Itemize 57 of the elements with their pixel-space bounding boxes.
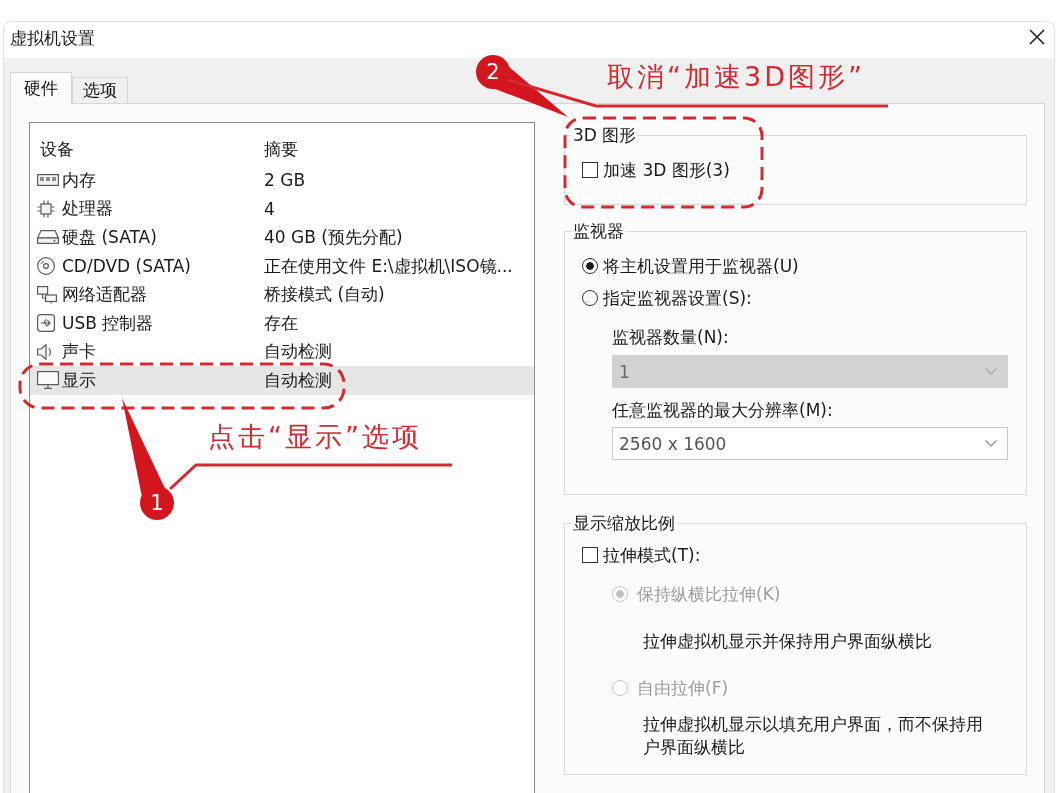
radio-label[interactable]: 将主机设置用于监视器(U) <box>603 254 799 278</box>
device-row[interactable]: 声卡 自动检测 <box>30 337 534 367</box>
tab[interactable]: 硬件 <box>10 72 72 104</box>
device-name: 内存 <box>62 168 96 192</box>
group-title: 显示缩放比例 <box>571 512 677 534</box>
device-row[interactable]: 显示 自动检测 <box>30 366 534 395</box>
device-name: 网络适配器 <box>62 283 147 307</box>
network-icon <box>37 285 57 304</box>
memory-module-icon <box>37 174 59 187</box>
window-title: 虚拟机设置 <box>10 27 95 49</box>
field-label: 监视器数量(N): <box>612 326 730 348</box>
column-header: 摘要 <box>264 138 299 161</box>
monitor-icon <box>37 371 59 390</box>
checkbox-label[interactable]: 拉伸模式(T): <box>603 543 701 567</box>
device-summary: 4 <box>264 198 276 219</box>
annotation-text: 点击“显示”选项 <box>208 421 422 453</box>
device-name: 处理器 <box>62 197 113 221</box>
disc-icon <box>37 257 55 276</box>
device-summary: 桥接模式 (自动) <box>264 283 386 307</box>
checkbox-label[interactable]: 加速 3D 图形(3) <box>603 158 730 182</box>
field-label: 任意监视器的最大分辨率(M): <box>612 399 834 421</box>
annotation-text: 取消“加速3D图形” <box>607 61 865 93</box>
radio-label[interactable]: 指定监视器设置(S): <box>603 286 752 310</box>
dropdown[interactable]: 2560 x 1600 <box>612 427 1008 460</box>
device-name: CD/DVD (SATA) <box>62 256 191 277</box>
chevron-down-icon <box>985 368 997 375</box>
device-row[interactable]: 网络适配器 桥接模式 (自动) <box>30 280 534 309</box>
tab[interactable]: 选项 <box>72 77 128 103</box>
device-summary: 正在使用文件 E:\虚拟机\ISO镜... <box>264 254 514 278</box>
device-row[interactable]: 处理器 4 <box>30 194 534 224</box>
device-row[interactable]: USB 控制器 存在 <box>30 308 534 338</box>
device-summary: 自动检测 <box>264 340 333 364</box>
usb-icon <box>37 314 55 333</box>
option-description: 拉伸虚拟机显示并保持用户界面纵横比 <box>643 630 933 652</box>
chevron-down-icon <box>985 440 997 447</box>
device-summary: 2 GB <box>264 170 307 191</box>
device-summary: 存在 <box>264 311 299 335</box>
group-title: 监视器 <box>571 220 626 242</box>
radio-button[interactable] <box>582 290 598 306</box>
group-title: 3D 图形 <box>571 124 639 146</box>
hard-drive-icon <box>37 230 59 245</box>
device-name: 硬盘 (SATA) <box>62 226 157 249</box>
checkbox[interactable] <box>582 547 598 563</box>
device-row[interactable]: CD/DVD (SATA) 正在使用文件 E:\虚拟机\ISO镜... <box>30 251 534 281</box>
device-summary: 40 GB (预先分配) <box>264 226 404 249</box>
device-name: USB 控制器 <box>62 311 154 335</box>
chip-icon <box>37 199 55 218</box>
device-row[interactable]: 硬盘 (SATA) 40 GB (预先分配) <box>30 223 534 252</box>
device-summary: 自动检测 <box>264 368 333 392</box>
checkbox[interactable] <box>582 162 598 178</box>
device-row[interactable]: 内存 2 GB <box>30 166 534 195</box>
column-header: 设备 <box>40 138 75 161</box>
device-name: 声卡 <box>62 340 96 364</box>
radio-button[interactable] <box>582 258 598 274</box>
device-name: 显示 <box>62 368 96 392</box>
option-description: 拉伸虚拟机显示以填充用户界面，而不保持用户界面纵横比 <box>643 713 984 759</box>
close-icon[interactable] <box>1029 29 1045 45</box>
